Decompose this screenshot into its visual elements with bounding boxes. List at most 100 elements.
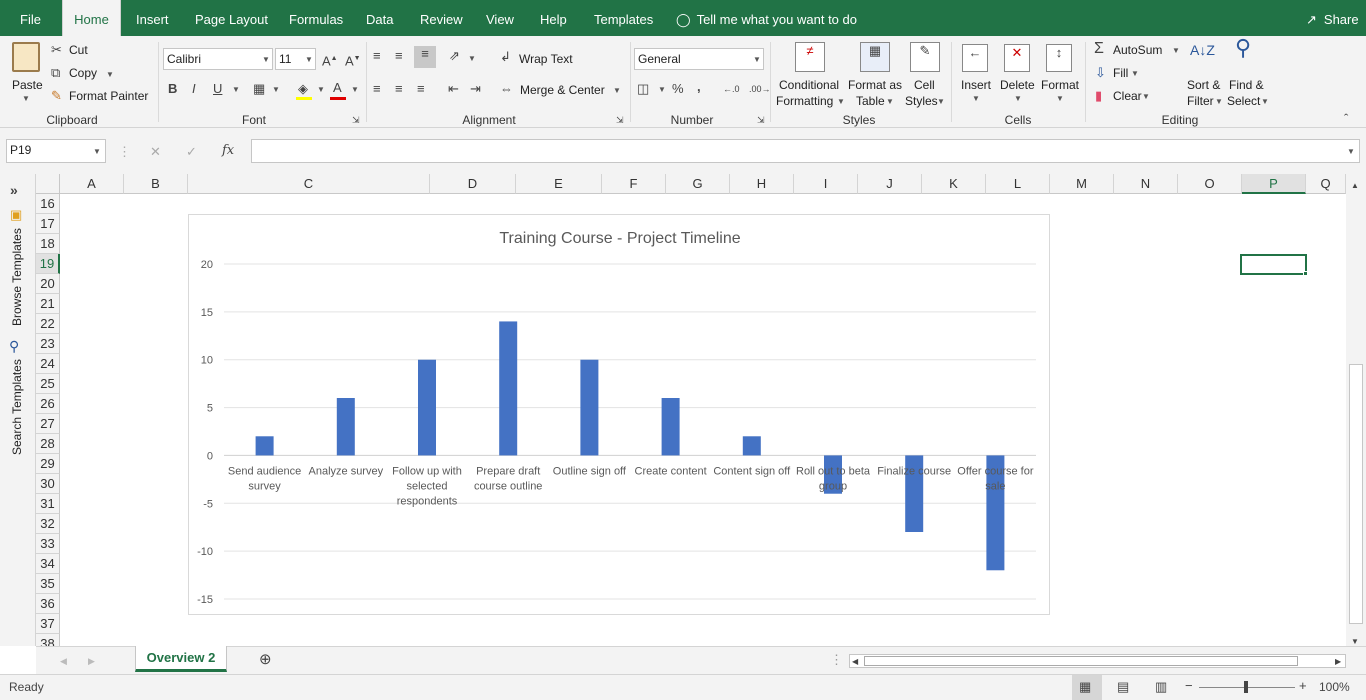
row-header[interactable]: 26 — [36, 394, 60, 414]
row-header[interactable]: 24 — [36, 354, 60, 374]
sort-filter-label-2[interactable]: Filter — [1187, 94, 1214, 108]
align-center-icon[interactable]: ≡ — [395, 81, 403, 97]
prev-sheet-icon[interactable]: ◀ — [60, 653, 67, 669]
normal-view-icon[interactable]: ▦ — [1079, 679, 1091, 695]
fill-button[interactable]: Fill — [1113, 66, 1128, 80]
format-as-table-icon[interactable]: ▦ — [860, 42, 890, 72]
wrap-text-icon[interactable]: ↲ — [500, 49, 511, 65]
cancel-icon[interactable]: ✕ — [150, 144, 161, 160]
row-header[interactable]: 28 — [36, 434, 60, 454]
wrap-text-button[interactable]: Wrap Text — [519, 52, 573, 66]
share-button[interactable]: ↗ Share — [1306, 0, 1359, 36]
format-as-table-label-1[interactable]: Format as — [848, 78, 902, 92]
search-icon[interactable]: ⚲ — [9, 338, 19, 354]
cell-styles-icon[interactable]: ✎ — [910, 42, 940, 72]
formula-input[interactable] — [251, 139, 1360, 163]
chevron-down-icon[interactable]: ▼ — [1131, 69, 1139, 78]
horizontal-scroll-thumb[interactable] — [864, 656, 1298, 666]
dialog-launcher-icon[interactable]: ⇲ — [757, 112, 765, 128]
format-painter-button[interactable]: Format Painter — [69, 89, 148, 103]
merge-center-button[interactable]: Merge & Center — [520, 83, 605, 97]
number-format-select[interactable]: General — [634, 48, 764, 70]
sort-filter-label-1[interactable]: Sort & — [1187, 78, 1220, 92]
decrease-font-icon[interactable]: A▼ — [345, 51, 361, 69]
chevron-down-icon[interactable]: ▼ — [613, 86, 621, 95]
column-header[interactable]: A — [60, 174, 124, 194]
chevron-down-icon[interactable]: ▼ — [753, 55, 761, 64]
insert-function-button[interactable]: fx — [222, 143, 234, 159]
row-header[interactable]: 37 — [36, 614, 60, 634]
chevron-down-icon[interactable]: ▼ — [972, 94, 980, 103]
autosum-icon[interactable]: Σ — [1094, 41, 1104, 57]
tab-file[interactable]: File — [20, 0, 41, 36]
tab-page-layout[interactable]: Page Layout — [195, 0, 268, 36]
browse-templates-link[interactable]: Browse Templates — [10, 228, 24, 326]
page-layout-view-icon[interactable]: ▤ — [1117, 679, 1129, 695]
comma-button[interactable]: , — [697, 79, 701, 95]
chevron-down-icon[interactable]: ▼ — [317, 85, 325, 94]
split-handle-icon[interactable]: ⋮ — [830, 652, 843, 668]
format-painter-icon[interactable]: ✎ — [51, 88, 62, 104]
conditional-formatting-icon[interactable]: ≠ — [795, 42, 825, 72]
delete-cells-icon[interactable]: ✕ — [1004, 44, 1030, 72]
chevron-down-icon[interactable]: ▼ — [93, 147, 101, 156]
column-header[interactable]: H — [730, 174, 794, 194]
delete-cells-button[interactable]: Delete — [1000, 78, 1035, 92]
bold-button[interactable]: B — [168, 81, 177, 97]
scroll-right-icon[interactable]: ▶ — [1335, 654, 1341, 670]
enter-icon[interactable]: ✓ — [186, 144, 197, 160]
column-header[interactable]: C — [188, 174, 430, 194]
chevron-down-icon[interactable]: ▼ — [937, 97, 945, 106]
format-cells-icon[interactable]: ↕ — [1046, 44, 1072, 72]
chevron-down-icon[interactable]: ▼ — [837, 97, 845, 106]
sheet-tab-overview-2[interactable]: Overview 2 — [135, 646, 227, 672]
format-cells-button[interactable]: Format — [1041, 78, 1079, 92]
tab-data[interactable]: Data — [366, 0, 393, 36]
underline-button[interactable]: U — [213, 81, 222, 97]
clear-button[interactable]: Clear — [1113, 89, 1142, 103]
row-header[interactable]: 23 — [36, 334, 60, 354]
next-sheet-icon[interactable]: ▶ — [88, 653, 95, 669]
column-header[interactable]: N — [1114, 174, 1178, 194]
row-header[interactable]: 27 — [36, 414, 60, 434]
chevron-down-icon[interactable]: ▼ — [658, 85, 666, 94]
chevron-down-icon[interactable]: ▼ — [1172, 46, 1180, 55]
zoom-out-icon[interactable]: − — [1185, 678, 1193, 694]
chevron-down-icon[interactable]: ▼ — [468, 54, 476, 63]
fill-handle[interactable] — [1303, 271, 1308, 276]
chevron-down-icon[interactable]: ▼ — [106, 70, 114, 79]
align-right-icon[interactable]: ≡ — [417, 81, 425, 97]
row-header[interactable]: 18 — [36, 234, 60, 254]
chevron-down-icon[interactable]: ▼ — [305, 55, 313, 64]
decrease-indent-icon[interactable]: ⇤ — [448, 81, 459, 97]
horizontal-scrollbar[interactable]: ◀ ▶ — [849, 654, 1346, 668]
decrease-decimal-icon[interactable]: .00→ — [749, 81, 771, 97]
fill-color-icon[interactable]: ◈ — [298, 81, 308, 97]
row-header[interactable]: 36 — [36, 594, 60, 614]
insert-cells-icon[interactable]: ← — [962, 44, 988, 72]
chevron-down-icon[interactable]: ▼ — [262, 55, 270, 64]
column-header[interactable]: K — [922, 174, 986, 194]
align-middle-icon[interactable]: ≡ — [395, 48, 403, 64]
chart-training-timeline[interactable]: Training Course - Project Timeline 20 15 10… — [188, 214, 1050, 615]
row-header[interactable]: 34 — [36, 554, 60, 574]
row-header[interactable]: 16 — [36, 194, 60, 214]
zoom-slider-thumb[interactable] — [1244, 681, 1248, 693]
tab-home[interactable]: Home — [62, 0, 121, 36]
column-header[interactable]: P — [1242, 174, 1306, 194]
row-header[interactable]: 21 — [36, 294, 60, 314]
fill-icon[interactable]: ⇩ — [1095, 65, 1106, 81]
paste-icon[interactable] — [12, 42, 40, 72]
insert-cells-button[interactable]: Insert — [961, 78, 991, 92]
row-header[interactable]: 20 — [36, 274, 60, 294]
increase-font-icon[interactable]: A▲ — [322, 51, 338, 69]
row-header[interactable]: 25 — [36, 374, 60, 394]
copy-button[interactable]: Copy — [69, 66, 97, 80]
eraser-icon[interactable]: ▮ — [1095, 88, 1102, 104]
chevron-down-icon[interactable]: ▼ — [1014, 94, 1022, 103]
conditional-formatting-label-2[interactable]: Formatting — [776, 94, 833, 108]
chevron-down-icon[interactable]: ▼ — [1142, 92, 1150, 101]
vertical-scroll-thumb[interactable] — [1349, 364, 1363, 624]
font-color-icon[interactable]: A — [333, 80, 342, 96]
scroll-left-icon[interactable]: ◀ — [852, 654, 858, 670]
